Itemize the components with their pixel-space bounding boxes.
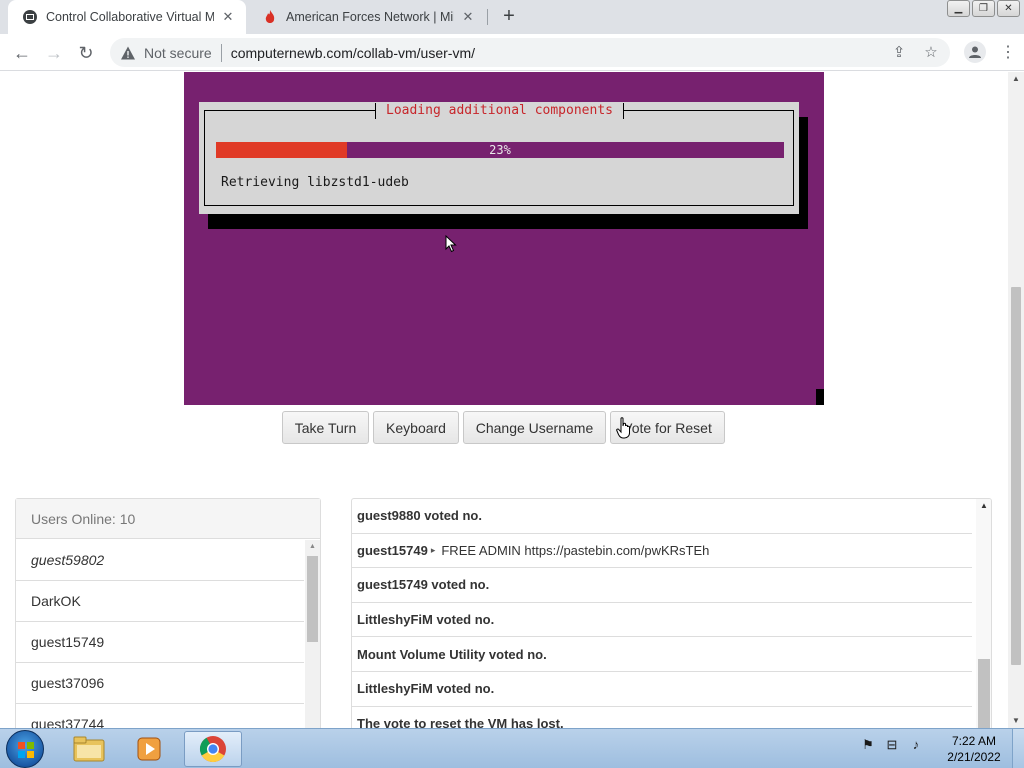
users-list: guest59802 DarkOK guest15749 guest37096 …	[16, 540, 304, 728]
taskbar-clock[interactable]: 7:22 AM 2/21/2022	[940, 733, 1008, 765]
vm-screen[interactable]: Loading additional components 23% Retrie…	[184, 72, 824, 405]
chat-username[interactable]: guest15749	[357, 543, 428, 558]
media-player-taskbar-button[interactable]	[120, 731, 178, 767]
omnibox-actions: ⇪ ☆	[890, 44, 940, 62]
close-tab-icon[interactable]: ✕	[460, 9, 476, 25]
dialog-title: Loading additional components	[375, 103, 624, 119]
restore-icon[interactable]: ❐	[972, 0, 995, 17]
collab-vm-icon	[22, 9, 38, 25]
close-window-icon[interactable]: ✕	[997, 0, 1020, 17]
afn-flame-icon	[262, 9, 278, 25]
progress-percent: 23%	[489, 143, 511, 157]
chat-message-bold: LittleshyFiM voted no.	[357, 612, 495, 628]
network-icon[interactable]: ⊟	[884, 737, 900, 753]
scroll-thumb[interactable]	[307, 556, 318, 642]
installer-dialog: Loading additional components 23% Retrie…	[199, 102, 799, 214]
page-scrollbar[interactable]: ▲ ▼	[1008, 72, 1024, 728]
change-username-button[interactable]: Change Username	[463, 411, 606, 444]
dialog-frame: Loading additional components 23% Retrie…	[204, 103, 794, 206]
share-icon[interactable]: ⇪	[890, 44, 908, 62]
minimize-icon[interactable]: ▁	[947, 0, 970, 17]
clock-date: 2/21/2022	[947, 750, 1001, 764]
vm-corner-block	[816, 389, 824, 405]
chat-panel: guest9880 voted no. guest15749 ▸ FREE AD…	[351, 498, 992, 728]
scroll-thumb[interactable]	[978, 659, 990, 728]
system-tray: ⚑ ⊟ ♪	[860, 737, 924, 753]
chat-message: The vote to reset the VM has lost.	[352, 707, 972, 728]
chat-message-bold: guest15749 voted no.	[357, 577, 490, 593]
chat-scrollbar[interactable]: ▲	[976, 499, 991, 728]
take-turn-button[interactable]: Take Turn	[282, 411, 369, 444]
tab-strip: Control Collaborative Virtual Ma ✕ Ameri…	[0, 0, 1024, 34]
forward-arrow-icon[interactable]: →	[42, 41, 66, 65]
user-item[interactable]: guest15749	[16, 622, 304, 663]
tab-separator	[487, 9, 488, 25]
users-online-header: Users Online: 10	[16, 499, 320, 539]
action-center-flag-icon[interactable]: ⚑	[860, 737, 876, 753]
url-text[interactable]: computernewb.com/collab-vm/user-vm/	[231, 45, 475, 61]
menu-kebab-icon[interactable]: ⋮	[1000, 42, 1016, 62]
keyboard-button[interactable]: Keyboard	[373, 411, 459, 444]
chat-messages: guest9880 voted no. guest15749 ▸ FREE AD…	[352, 499, 972, 728]
address-bar[interactable]: Not secure computernewb.com/collab-vm/us…	[110, 38, 950, 67]
chat-message-text: FREE ADMIN https://pastebin.com/pwKRsTEh	[441, 542, 710, 558]
chat-message-bold: Mount Volume Utility voted no.	[357, 646, 547, 662]
show-desktop-button[interactable]	[1012, 729, 1024, 768]
user-item[interactable]: guest59802	[16, 540, 304, 581]
user-item[interactable]: guest37744	[16, 704, 304, 728]
warning-triangle-icon	[120, 45, 136, 61]
windows-logo-icon	[18, 742, 34, 758]
user-item[interactable]: DarkOK	[16, 581, 304, 622]
chat-message: LittleshyFiM voted no.	[352, 603, 972, 638]
page-viewport: Loading additional components 23% Retrie…	[0, 72, 1008, 728]
omnibox-divider	[220, 43, 222, 62]
user-item[interactable]: guest37096	[16, 663, 304, 704]
new-tab-button[interactable]: +	[498, 5, 520, 27]
chat-message: guest15749 ▸ FREE ADMIN https://pastebin…	[352, 534, 972, 569]
window-controls: ▁ ❐ ✕	[947, 0, 1020, 17]
toolbar-right: ⋮	[964, 41, 1016, 63]
progress-bar: 23%	[216, 142, 784, 158]
folder-icon	[73, 736, 105, 762]
close-tab-icon[interactable]: ✕	[220, 9, 236, 25]
chat-message-bold: The vote to reset the VM has lost.	[357, 715, 564, 728]
chat-message: guest9880 voted no.	[352, 499, 972, 534]
chat-message: LittleshyFiM voted no.	[352, 672, 972, 707]
scroll-up-icon[interactable]: ▲	[305, 540, 320, 554]
security-label[interactable]: Not secure	[144, 45, 212, 61]
explorer-taskbar-button[interactable]	[60, 731, 118, 767]
vm-mouse-cursor-icon	[445, 235, 457, 253]
scroll-down-icon[interactable]: ▼	[1008, 714, 1024, 728]
media-player-icon	[137, 737, 161, 761]
clock-time: 7:22 AM	[951, 734, 997, 748]
bookmark-star-icon[interactable]: ☆	[922, 44, 940, 62]
browser-toolbar: ← → ↻ Not secure computernewb.com/collab…	[0, 34, 1024, 71]
progress-status: Retrieving libzstd1-udeb	[221, 175, 409, 190]
chat-message-bold: LittleshyFiM voted no.	[357, 681, 495, 697]
profile-avatar-icon[interactable]	[964, 41, 986, 63]
chrome-icon	[199, 736, 226, 763]
start-button[interactable]	[6, 730, 44, 768]
hand-pointer-cursor-icon	[616, 417, 630, 439]
reload-icon[interactable]: ↻	[74, 41, 98, 65]
tab-afn[interactable]: American Forces Network | Milita ✕	[248, 0, 486, 34]
back-arrow-icon[interactable]: ←	[10, 41, 34, 65]
users-scrollbar[interactable]: ▲	[305, 540, 320, 728]
users-panel: Users Online: 10 guest59802 DarkOK guest…	[15, 498, 321, 728]
scroll-up-icon[interactable]: ▲	[976, 501, 991, 515]
tab-collab-vm[interactable]: Control Collaborative Virtual Ma ✕	[8, 0, 246, 34]
message-arrow-icon: ▸	[430, 544, 436, 555]
volume-icon[interactable]: ♪	[908, 737, 924, 753]
chrome-taskbar-button[interactable]	[184, 731, 242, 767]
scroll-thumb[interactable]	[1011, 287, 1021, 665]
chat-message: Mount Volume Utility voted no.	[352, 637, 972, 672]
tab-title: Control Collaborative Virtual Ma	[46, 10, 214, 24]
chat-message: guest15749 voted no.	[352, 568, 972, 603]
windows-taskbar: ⚑ ⊟ ♪ 7:22 AM 2/21/2022	[0, 728, 1024, 768]
tab-title: American Forces Network | Milita	[286, 10, 454, 24]
scroll-up-icon[interactable]: ▲	[1008, 72, 1024, 86]
chat-message-bold: guest9880 voted no.	[357, 508, 482, 524]
